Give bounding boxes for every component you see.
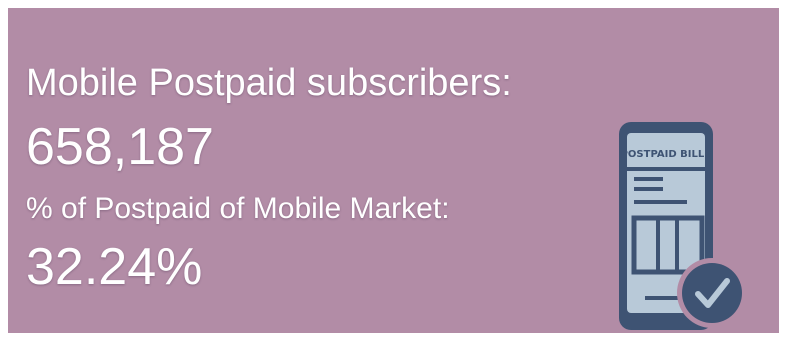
stats-card: Mobile Postpaid subscribers: 658,187 % o… [8, 8, 779, 333]
subscribers-label: Mobile Postpaid subscribers: [26, 62, 512, 104]
postpaid-share-label: % of Postpaid of Mobile Market: [26, 192, 450, 225]
subscribers-value: 658,187 [26, 118, 214, 176]
checkmark-badge-icon [677, 258, 747, 328]
postpaid-share-value: 32.24% [26, 238, 203, 296]
postpaid-bills-heading: POSTPAID BILLS [621, 149, 712, 160]
postpaid-bill-phone-icon: POSTPAID BILLS [619, 122, 747, 330]
